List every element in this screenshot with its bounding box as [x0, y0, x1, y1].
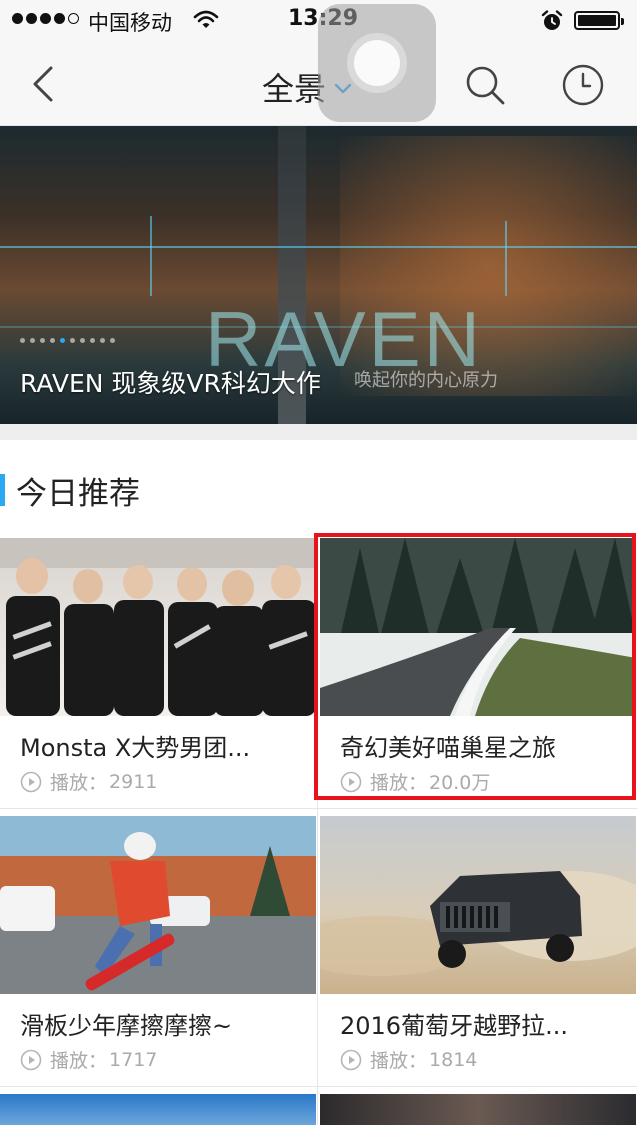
video-play-count: 播放： 2911 — [20, 768, 157, 795]
play-count-icon — [20, 1049, 42, 1070]
pager-dot[interactable] — [30, 338, 35, 343]
pager-dot[interactable] — [70, 338, 75, 343]
page-title: 全景 — [262, 70, 327, 108]
pager-dot[interactable] — [110, 338, 115, 343]
play-label: 播放： — [370, 1050, 428, 1072]
video-card[interactable]: 2016葡萄牙越野拉... 播放： 1814 — [320, 816, 636, 1078]
grid-divider — [0, 808, 637, 809]
video-thumbnail — [0, 538, 316, 716]
pager-dot[interactable] — [50, 338, 55, 343]
play-count-icon — [340, 1049, 362, 1070]
play-count-value: 1814 — [429, 1048, 478, 1071]
banner-light-line — [505, 221, 507, 296]
pager-dot[interactable] — [100, 338, 105, 343]
banner-pager[interactable] — [20, 338, 115, 343]
video-title: 2016葡萄牙越野拉... — [340, 1012, 568, 1040]
section-title: 今日推荐 — [16, 476, 140, 512]
video-card[interactable] — [320, 1094, 636, 1125]
selection-highlight — [314, 533, 636, 800]
video-thumbnail — [0, 1094, 316, 1125]
banner-caption: RAVEN 现象级VR科幻大作 — [20, 369, 321, 398]
play-label: 播放： — [50, 772, 108, 794]
banner-light-line — [0, 246, 637, 248]
play-count-value: 1717 — [109, 1048, 158, 1071]
play-label: 播放： — [50, 1050, 108, 1072]
play-count-icon — [20, 771, 42, 792]
back-arrow-icon[interactable] — [26, 62, 66, 106]
video-thumbnail — [0, 816, 316, 994]
pager-dot[interactable] — [80, 338, 85, 343]
pager-dot[interactable] — [20, 338, 25, 343]
history-clock-icon[interactable] — [560, 62, 606, 108]
banner-light-line — [150, 216, 152, 296]
video-play-count: 播放： 1717 — [20, 1046, 157, 1073]
wifi-icon — [193, 10, 219, 28]
video-title: Monsta X大势男团... — [20, 734, 251, 762]
assistive-touch-button[interactable] — [318, 4, 436, 122]
pager-dot[interactable] — [60, 338, 65, 343]
search-icon[interactable] — [462, 62, 508, 108]
pager-dot[interactable] — [40, 338, 45, 343]
pager-dot[interactable] — [90, 338, 95, 343]
video-card[interactable]: 滑板少年摩擦摩擦~ 播放： 1717 — [0, 816, 316, 1078]
video-card[interactable]: Monsta X大势男团... 播放： 2911 — [0, 538, 316, 800]
video-thumbnail — [320, 816, 636, 994]
video-card[interactable] — [0, 1094, 316, 1125]
signal-strength-icon — [12, 13, 79, 24]
video-thumbnail — [320, 1094, 636, 1125]
featured-banner[interactable]: RAVEN 唤起你的内心原力 RAVEN 现象级VR科幻大作 — [0, 126, 637, 424]
section-accent-bar — [0, 474, 5, 506]
play-count-value: 2911 — [109, 770, 158, 793]
video-play-count: 播放： 1814 — [340, 1046, 477, 1073]
app-screen: 中国移动 13:29 全景 — [0, 0, 637, 1125]
carrier-name: 中国移动 — [88, 11, 172, 35]
video-title: 滑板少年摩擦摩擦~ — [20, 1012, 233, 1040]
battery-icon — [574, 11, 624, 30]
banner-art-subtitle: 唤起你的内心原力 — [354, 370, 498, 391]
grid-divider — [0, 1086, 637, 1087]
section-divider — [0, 424, 637, 440]
alarm-icon — [541, 10, 563, 30]
